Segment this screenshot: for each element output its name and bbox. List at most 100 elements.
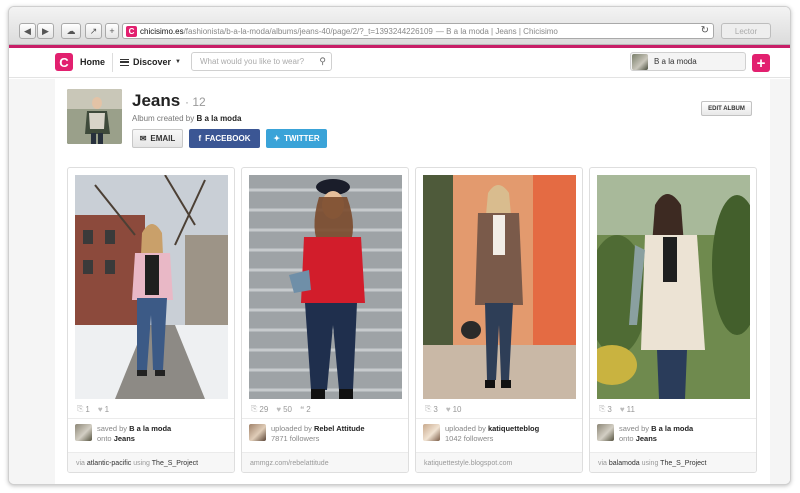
url-domain: chicisimo.es	[140, 26, 184, 36]
album-link[interactable]: Jeans	[636, 434, 657, 443]
followers-count: 7871 followers	[271, 434, 320, 443]
saves-count[interactable]: ⎘ 1	[77, 404, 90, 414]
look-photo-image	[249, 175, 402, 399]
source-link[interactable]: ammgz.com/rebelattitude	[250, 460, 329, 467]
add-bookmark-icon[interactable]: +	[105, 23, 119, 39]
forward-icon[interactable]: ▶	[37, 23, 54, 39]
nav-discover-label: Discover	[133, 57, 172, 67]
source-link[interactable]: balamoda	[609, 460, 640, 467]
back-icon[interactable]: ◀	[19, 23, 36, 39]
card-stats: ⎘ 29 ♥ 50 ❝ 2	[251, 404, 311, 414]
source-mid: using	[641, 460, 659, 467]
album-creator-line: Album created by B a la moda	[132, 114, 241, 123]
card-attribution: saved by B a la moda	[97, 424, 171, 433]
avatar[interactable]	[75, 424, 92, 441]
user-menu[interactable]: B a la moda	[630, 52, 746, 71]
share-icon[interactable]: ↗	[85, 23, 102, 39]
created-by-prefix: Album created by	[132, 114, 195, 123]
facebook-icon: f	[198, 134, 202, 143]
source-app-link[interactable]: The_S_Project	[660, 460, 706, 467]
likes-count[interactable]: ♥ 11	[620, 404, 635, 414]
heart-icon: ♥	[97, 404, 103, 414]
reader-button[interactable]: Lector	[721, 23, 771, 39]
nav-discover-menu[interactable]: Discover ▼	[120, 57, 181, 67]
comment-icon: ❝	[299, 404, 305, 414]
attribution-user-link[interactable]: B a la moda	[651, 424, 693, 433]
email-label: EMAIL	[150, 134, 176, 143]
avatar[interactable]	[249, 424, 266, 441]
favicon-icon: C	[126, 25, 137, 37]
saves-count[interactable]: ⎘ 3	[425, 404, 438, 414]
saves-count[interactable]: ⎘ 29	[251, 404, 268, 414]
search-icon[interactable]: ⚲	[319, 56, 326, 67]
nav-divider	[112, 53, 113, 72]
card-attribution-sub: onto Jeans	[97, 434, 135, 443]
browser-toolbar: ◀ ▶ ☁ ↗ + C chicisimo.es /fashionista/b-…	[9, 7, 790, 45]
address-bar[interactable]: C chicisimo.es /fashionista/b-a-la-moda/…	[122, 23, 714, 39]
look-card[interactable]: ⎘ 3 ♥ 10 uploaded by katiquetteblog 1042 f…	[415, 167, 583, 473]
likes-count[interactable]: ♥ 1	[98, 404, 109, 414]
saves-value: 3	[433, 404, 438, 414]
reload-icon[interactable]: ↻	[701, 25, 709, 36]
likes-value: 10	[452, 404, 462, 414]
heart-icon: ♥	[619, 404, 625, 414]
look-photo[interactable]	[75, 175, 228, 399]
source-prefix: via	[76, 460, 85, 467]
look-card[interactable]: ⎘ 3 ♥ 11 saved by B a la moda onto Jeans v…	[589, 167, 757, 473]
followers-count: 1042 followers	[445, 434, 494, 443]
page-title-text: — B a la moda | Jeans | Chicisimo	[435, 26, 558, 36]
look-card[interactable]: ⎘ 29 ♥ 50 ❝ 2 uploaded by Rebel Attitude 78…	[241, 167, 409, 473]
browser-window: ◀ ▶ ☁ ↗ + C chicisimo.es /fashionista/b-…	[8, 6, 791, 485]
clip-icon: ⎘	[251, 404, 258, 413]
avatar[interactable]	[597, 424, 614, 441]
twitter-label: TWITTER	[284, 134, 320, 143]
look-card[interactable]: ⎘ 1 ♥ 1 saved by B a la moda onto Jeans vi…	[67, 167, 235, 473]
card-attribution: uploaded by katiquetteblog	[445, 424, 539, 433]
saves-count[interactable]: ⎘ 3	[599, 404, 612, 414]
card-stats: ⎘ 1 ♥ 1	[77, 404, 109, 414]
look-photo-image	[423, 175, 576, 399]
top-nav: C Home Discover ▼ What would you like to…	[9, 48, 790, 78]
album-cover-photo	[67, 89, 122, 144]
creator-link[interactable]: B a la moda	[197, 114, 242, 123]
facebook-share-button[interactable]: f FACEBOOK	[189, 129, 260, 148]
card-divider	[68, 418, 234, 419]
look-photo[interactable]	[249, 175, 402, 399]
chicisimo-logo[interactable]: C	[55, 53, 73, 71]
avatar[interactable]	[423, 424, 440, 441]
attribution-user-link[interactable]: katiquetteblog	[488, 424, 539, 433]
source-link[interactable]: atlantic-pacific	[87, 460, 131, 467]
add-button[interactable]: +	[752, 54, 770, 72]
card-source: via balamoda using The_S_Project	[590, 452, 756, 472]
menu-icon	[120, 58, 129, 66]
album-content: Jeans · 12 Album created by B a la moda …	[55, 79, 770, 484]
attribution-user-link[interactable]: Rebel Attitude	[314, 424, 365, 433]
look-photo[interactable]	[423, 175, 576, 399]
card-attribution-sub: onto Jeans	[619, 434, 657, 443]
source-mid: using	[133, 460, 150, 467]
likes-count[interactable]: ♥ 10	[446, 404, 462, 414]
clip-icon: ⎘	[77, 404, 84, 413]
card-divider	[242, 418, 408, 419]
attribution-user-link[interactable]: B a la moda	[129, 424, 171, 433]
attribution-sub-prefix: onto	[97, 434, 112, 443]
twitter-share-button[interactable]: ✦ TWITTER	[266, 129, 327, 148]
card-source: via atlantic-pacific using The_S_Project	[68, 452, 234, 472]
nav-home-link[interactable]: Home	[80, 57, 105, 67]
edit-album-button[interactable]: EDIT ALBUM	[701, 101, 752, 116]
card-source: katiquettestyle.blogspot.com	[416, 452, 582, 472]
clip-icon: ⎘	[599, 404, 606, 413]
look-photo[interactable]	[597, 175, 750, 399]
album-link[interactable]: Jeans	[114, 434, 135, 443]
icloud-icon[interactable]: ☁	[61, 23, 81, 39]
search-input[interactable]: What would you like to wear? ⚲	[191, 52, 332, 71]
source-link[interactable]: katiquettestyle.blogspot.com	[424, 460, 512, 467]
card-source: ammgz.com/rebelattitude	[242, 452, 408, 472]
comments-count[interactable]: ❝ 2	[300, 404, 311, 414]
source-app-link[interactable]: The_S_Project	[152, 460, 198, 467]
email-share-button[interactable]: ✉ EMAIL	[132, 129, 183, 148]
album-cover-image[interactable]	[67, 89, 122, 144]
attribution-prefix: saved by	[619, 424, 650, 433]
likes-count[interactable]: ♥ 50	[276, 404, 292, 414]
saves-value: 3	[607, 404, 612, 414]
